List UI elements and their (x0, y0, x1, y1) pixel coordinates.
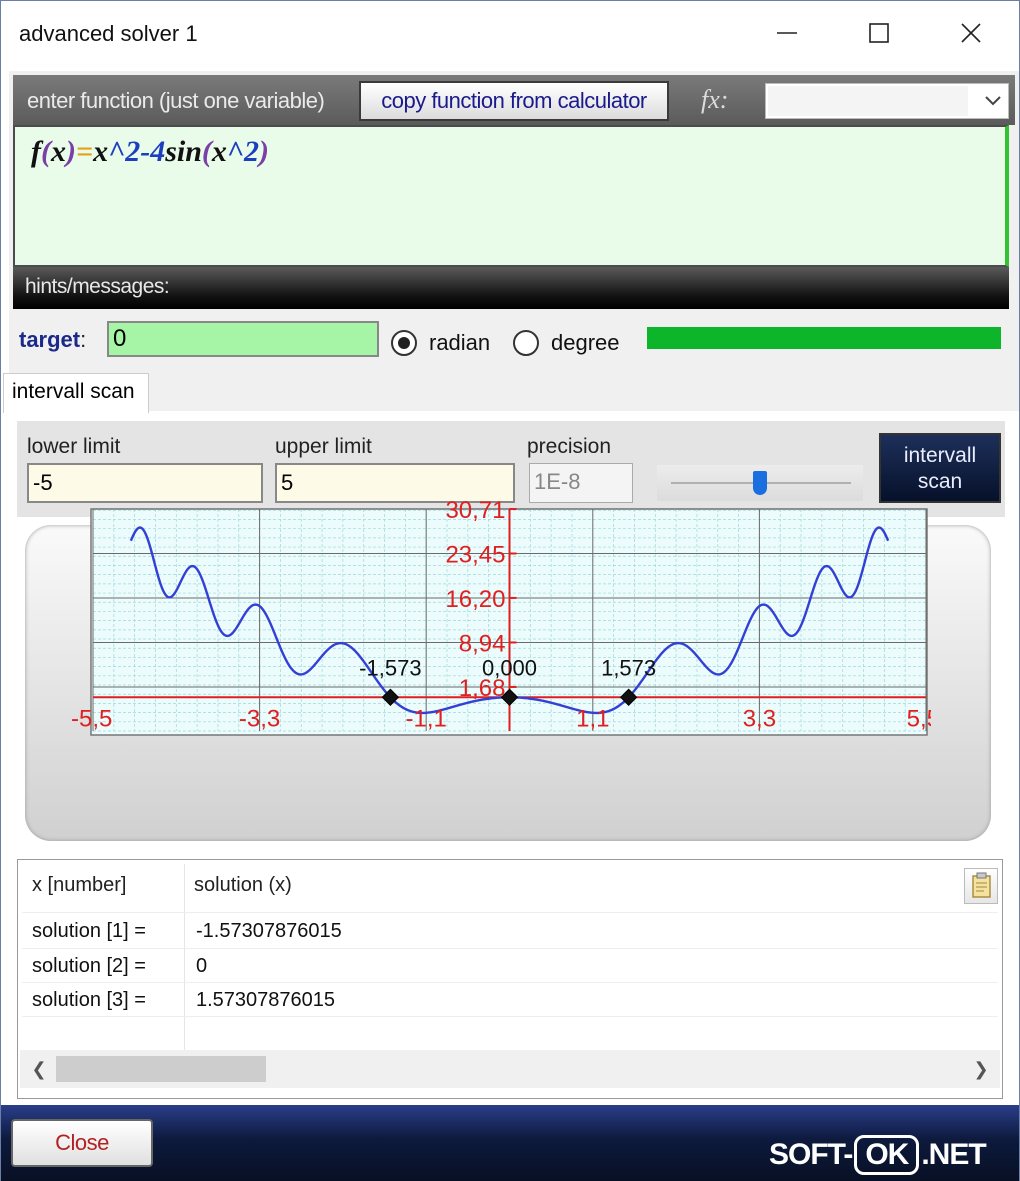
col-header-solution[interactable]: solution (x) (194, 874, 292, 897)
x-tick-label: -5,5 (71, 705, 112, 732)
scan-button-line1: intervall (903, 444, 977, 467)
clipboard-icon (972, 872, 991, 898)
x-tick-label: -3,3 (239, 705, 280, 732)
function-header-bar: enter function (just one variable) copy … (13, 75, 1015, 125)
tab-strip (9, 371, 1019, 411)
precision-label: precision (527, 435, 612, 458)
target-input[interactable]: 0 (107, 321, 379, 357)
copy-function-button[interactable]: copy function from calculator (359, 81, 669, 121)
tab-intervall-scan[interactable]: intervall scan (3, 373, 149, 413)
result-row-label: solution [3] = (32, 989, 146, 1011)
function-token: x (211, 135, 227, 168)
row-divider (22, 948, 998, 949)
horizontal-scrollbar[interactable]: ❮ ❯ (20, 1050, 1000, 1088)
function-token: ) (259, 135, 270, 168)
x-tick-label: 5,5 (907, 705, 931, 732)
function-token: = (76, 135, 94, 168)
function-token: ) (66, 135, 76, 168)
maximize-icon (869, 23, 889, 43)
y-tick-label: 8,94 (459, 630, 506, 657)
result-row-value[interactable]: -1.57307876015 (196, 920, 342, 943)
progress-bar (647, 327, 1001, 349)
close-icon (961, 23, 981, 43)
solver-window: advanced solver 1 enter function (just o… (0, 0, 1020, 1181)
function-token: ( (201, 135, 212, 168)
degree-label: degree (551, 330, 620, 355)
x-tick-label: 1,1 (576, 705, 609, 732)
function-token: x (93, 135, 109, 168)
function-token: ( (41, 135, 51, 168)
y-tick-label: 30,71 (445, 497, 505, 524)
y-tick-label: 16,20 (445, 586, 505, 613)
footer-bar: Close SOFT- OK .NET (1, 1105, 1019, 1181)
x-tick-label: 3,3 (743, 705, 776, 732)
row-divider (22, 982, 998, 983)
hints-bar: hints/messages: (13, 267, 1009, 309)
watermark: SOFT- OK .NET (769, 1135, 987, 1175)
radio-selected-dot (398, 337, 410, 349)
function-chart: 30,7123,4516,208,941,68-5,5 -3,3 -1,1 1,1 3,… (71, 497, 931, 736)
scroll-right-icon[interactable]: ❯ (970, 1058, 992, 1080)
row-divider (22, 1016, 998, 1017)
function-token: ^2 (226, 135, 260, 168)
target-label: target: (19, 327, 87, 352)
row-divider (22, 912, 998, 913)
maximize-button[interactable] (847, 9, 911, 57)
root-label: 1,573 (601, 655, 656, 680)
watermark-pre: SOFT- (769, 1138, 853, 1171)
upper-limit-label: upper limit (275, 435, 372, 458)
function-bar-label: enter function (just one variable) (27, 88, 325, 113)
close-window-button[interactable] (939, 9, 1003, 57)
radian-radio[interactable] (391, 330, 417, 356)
result-row-label: solution [1] = (32, 920, 146, 942)
result-row-value[interactable]: 0 (196, 955, 207, 978)
results-grid: x [number] solution (x) solution [1] = -… (17, 859, 1003, 1099)
function-expression: f(x)=x^2-4sin(x^2) (31, 135, 269, 169)
function-token: x (51, 135, 66, 168)
minimize-button[interactable] (755, 9, 819, 57)
function-editor[interactable]: f(x)=x^2-4sin(x^2) (13, 125, 1009, 267)
function-token: f (31, 135, 41, 168)
minimize-icon (777, 32, 797, 34)
result-row-label: solution [2] = (32, 955, 146, 977)
watermark-post: .NET (921, 1138, 986, 1171)
root-label: 0,000 (482, 655, 537, 680)
window-title: advanced solver 1 (19, 21, 198, 46)
x-tick-label: -1,1 (406, 705, 447, 732)
function-token: ^2-4 (108, 135, 166, 168)
col-header-x-number[interactable]: x [number] (32, 874, 126, 897)
scrollbar-thumb[interactable] (56, 1056, 266, 1082)
root-label: -1,573 (359, 655, 421, 680)
y-tick-label: 23,45 (445, 542, 505, 569)
watermark-ok: OK (854, 1135, 920, 1175)
result-row-value[interactable]: 1.57307876015 (196, 989, 335, 1012)
title-bar: advanced solver 1 (1, 1, 1019, 67)
close-button[interactable]: Close (11, 1119, 153, 1167)
scroll-left-icon[interactable]: ❮ (28, 1058, 50, 1080)
radian-label: radian (429, 330, 491, 355)
fx-dropdown-value (768, 86, 968, 116)
degree-radio[interactable] (513, 330, 539, 356)
clipboard-button[interactable] (964, 868, 998, 904)
lower-limit-label: lower limit (27, 435, 121, 458)
function-token: sin (165, 135, 202, 168)
chevron-down-icon (985, 96, 1001, 106)
column-divider (184, 864, 185, 1050)
fx-label: fx: (701, 85, 729, 114)
fx-dropdown[interactable] (765, 83, 1009, 119)
hints-label: hints/messages: (25, 275, 170, 298)
